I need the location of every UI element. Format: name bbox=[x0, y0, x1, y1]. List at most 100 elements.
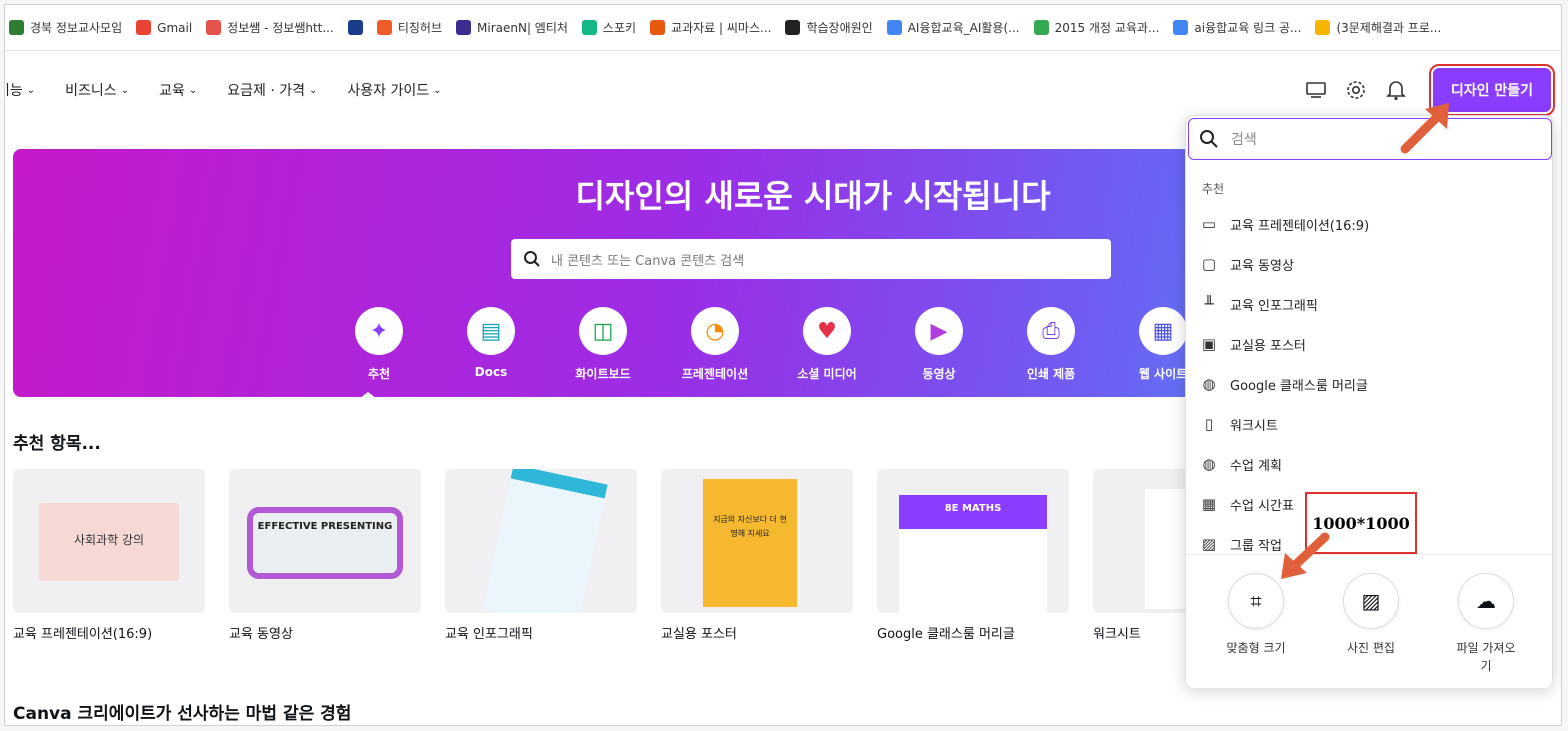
bookmark-favicon-icon bbox=[347, 20, 363, 35]
template-label: Google 클래스룸 머리글 bbox=[877, 627, 1015, 642]
docs-icon: ▤ bbox=[467, 307, 515, 355]
category-label: 웹 사이트 bbox=[1138, 367, 1188, 381]
document-icon: ▯ bbox=[1204, 415, 1214, 433]
bookmark-item[interactable] bbox=[347, 20, 363, 35]
dropdown-actions: ⌗ 맞춤형 크기 ▨ 사진 편집 ☁ 파일 가져오기 bbox=[1186, 554, 1552, 688]
category-label: Docs bbox=[474, 365, 508, 379]
apple-icon: ◍ bbox=[1202, 455, 1216, 473]
dropdown-item[interactable]: ◍ 수업 계획 bbox=[1198, 444, 1538, 484]
search-icon bbox=[1200, 130, 1218, 148]
dropdown-search-placeholder: 검색 bbox=[1231, 132, 1257, 148]
nav-item[interactable]: 요금제 · 가격 ⌄ bbox=[227, 80, 317, 100]
category-4[interactable]: ♥ 소셜 미디어 bbox=[771, 307, 883, 382]
print-icon: ⎙ bbox=[1027, 307, 1075, 355]
gear-icon[interactable] bbox=[1343, 77, 1369, 103]
category-2[interactable]: ◫ 화이트보드 bbox=[547, 307, 659, 382]
template-card[interactable]: 지금의 자신보다 더 현명해 지세요교실용 포스터 bbox=[661, 469, 853, 642]
nav-item-label: 요금제 · 가격 bbox=[227, 83, 305, 99]
nav-item[interactable]: 교육 ⌄ bbox=[159, 80, 197, 100]
bookmark-item[interactable]: 교과자료 | 씨마스... bbox=[650, 19, 771, 36]
bookmark-label: MiraenN| 엠티처 bbox=[477, 21, 568, 35]
template-thumbnail: 지금의 자신보다 더 현명해 지세요 bbox=[661, 469, 853, 613]
bookmark-item[interactable]: (3문제해결과 프로... bbox=[1315, 19, 1441, 36]
dropdown-item[interactable]: ▣ 교실용 포스터 bbox=[1198, 324, 1538, 364]
nav-item[interactable]: 기능⌄ bbox=[5, 80, 35, 100]
category-label: 화이트보드 bbox=[575, 367, 631, 381]
dropdown-item-label: Google 클래스룸 머리글 bbox=[1230, 378, 1368, 394]
dropdown-action-label: 파일 가져오기 bbox=[1456, 641, 1516, 673]
thumbnail-art: 8E MATHS bbox=[899, 495, 1047, 613]
bookmark-favicon-icon bbox=[456, 20, 471, 35]
dropdown-item[interactable]: ▢ 교육 동영상 bbox=[1198, 244, 1538, 284]
template-card[interactable]: 8E MATHS Google 클래스룸 머리글 bbox=[877, 469, 1069, 642]
bookmark-item[interactable]: 2015 개정 교육과... bbox=[1033, 19, 1160, 36]
bookmark-item[interactable]: Gmail bbox=[136, 20, 192, 35]
template-thumbnail: EFFECTIVE PRESENTING bbox=[229, 469, 421, 613]
category-0[interactable]: ✦ 추천 bbox=[323, 307, 435, 382]
template-label: 교육 프레젠테이션(16:9) bbox=[13, 627, 153, 642]
hero-search-input[interactable]: 내 콘텐츠 또는 Canva 콘텐츠 검색 bbox=[511, 239, 1111, 279]
bookmark-item[interactable]: ai융합교육 링크 공... bbox=[1173, 19, 1301, 36]
dropdown-item[interactable]: ▯ 워크시트 bbox=[1198, 404, 1538, 444]
dropdown-heading: 추천 bbox=[1202, 182, 1225, 196]
thumbnail-text: 8E MATHS bbox=[944, 503, 1002, 514]
template-card[interactable]: EFFECTIVE PRESENTING 교육 동영상 bbox=[229, 469, 421, 642]
nav-item[interactable]: 비즈니스 ⌄ bbox=[65, 80, 129, 100]
bookmark-item[interactable]: MiraenN| 엠티처 bbox=[456, 19, 568, 36]
template-thumbnail bbox=[445, 469, 637, 613]
category-5[interactable]: ▶ 동영상 bbox=[883, 307, 995, 382]
dropdown-item[interactable]: ▭ 교육 프레젠테이션(16:9) bbox=[1198, 204, 1538, 244]
dropdown-action-2[interactable]: ☁ 파일 가져오기 bbox=[1426, 573, 1546, 675]
template-label: 교실용 포스터 bbox=[661, 627, 737, 642]
bookmark-favicon-icon bbox=[785, 20, 801, 35]
bookmark-favicon-icon bbox=[206, 20, 222, 35]
search-icon bbox=[524, 251, 540, 267]
recommend-cards: 사회과학 강의 교육 프레젠테이션(16:9) EFFECTIVE PRESENTI… bbox=[13, 469, 1285, 642]
category-3[interactable]: ◔ 프레젠테이션 bbox=[659, 307, 771, 382]
thumbnail-art: EFFECTIVE PRESENTING bbox=[247, 507, 403, 579]
browser-frame: 경북 정보교사모임 Gmail 정보쌤 - 정보쌤htt... 티칭허브 MiraenN… bbox=[4, 4, 1562, 726]
dropdown-action-0[interactable]: ⌗ 맞춤형 크기 bbox=[1196, 573, 1316, 657]
bookmark-label: (3문제해결과 프로... bbox=[1336, 21, 1442, 35]
bookmark-favicon-icon bbox=[1315, 20, 1331, 35]
bookmark-item[interactable]: 경북 정보교사모임 bbox=[9, 19, 122, 36]
video-camera-icon: ▢ bbox=[1201, 255, 1217, 273]
section2-title: Canva 크리에이트가 선사하는 마법 같은 경험 bbox=[13, 704, 352, 724]
nav-item[interactable]: 사용자 가이드 ⌄ bbox=[347, 80, 441, 100]
whiteboard-icon: ◫ bbox=[579, 307, 627, 355]
bookmark-label: 2015 개정 교육과... bbox=[1054, 21, 1160, 35]
category-1[interactable]: ▤ Docs bbox=[435, 307, 547, 382]
category-6[interactable]: ⎙ 인쇄 제품 bbox=[995, 307, 1107, 382]
apple-icon: ◍ bbox=[1202, 375, 1216, 393]
category-label: 동영상 bbox=[922, 367, 956, 381]
website-icon: ▦ bbox=[1139, 307, 1187, 355]
create-design-dropdown: 검색 추천 ▭ 교육 프레젠테이션(16:9) ▢ 교육 동영상 ╨ 교육 인포그래픽 ▣ 교… bbox=[1185, 115, 1553, 688]
thumbnail-text: 지금의 자신보다 더 현명해 지세요 bbox=[713, 515, 787, 538]
dropdown-search-input[interactable]: 검색 bbox=[1188, 118, 1552, 160]
chevron-down-icon: ⌄ bbox=[433, 84, 442, 96]
dropdown-item[interactable]: ╨ 교육 인포그래픽 bbox=[1198, 284, 1538, 324]
template-card[interactable]: 교육 인포그래픽 bbox=[445, 469, 637, 642]
chevron-down-icon: ⌄ bbox=[309, 84, 318, 96]
recommend-title: 추천 항목... bbox=[13, 434, 101, 454]
bookmark-favicon-icon bbox=[136, 20, 152, 35]
dropdown-action-1[interactable]: ▨ 사진 편집 bbox=[1311, 573, 1431, 657]
photo-edit-icon: ▨ bbox=[1343, 573, 1399, 629]
presentation-icon: ◔ bbox=[691, 307, 739, 355]
template-card[interactable]: 사회과학 강의교육 프레젠테이션(16:9) bbox=[13, 469, 205, 642]
dropdown-action-label: 맞춤형 크기 bbox=[1226, 641, 1286, 655]
dropdown-item[interactable]: ◍ Google 클래스룸 머리글 bbox=[1198, 364, 1538, 404]
bookmark-item[interactable]: 티칭허브 bbox=[376, 19, 442, 36]
bookmark-label: Gmail bbox=[157, 20, 193, 35]
bookmark-label: 학습장애원인 bbox=[806, 21, 873, 35]
annotation-arrow-bottom bbox=[1281, 532, 1330, 579]
annotation-arrow-top bbox=[1400, 103, 1449, 154]
dropdown-item-label: 워크시트 bbox=[1230, 418, 1278, 434]
desktop-icon[interactable] bbox=[1303, 77, 1329, 103]
thumbnail-art: 지금의 자신보다 더 현명해 지세요 bbox=[703, 479, 797, 607]
bookmark-item[interactable]: AI융합교육_AI활용(... bbox=[886, 19, 1020, 36]
bookmark-item[interactable]: 스포키 bbox=[581, 19, 636, 36]
bookmark-item[interactable]: 학습장애원인 bbox=[785, 19, 873, 36]
template-thumbnail: 사회과학 강의 bbox=[13, 469, 205, 613]
bookmark-item[interactable]: 정보쌤 - 정보쌤htt... bbox=[206, 19, 334, 36]
